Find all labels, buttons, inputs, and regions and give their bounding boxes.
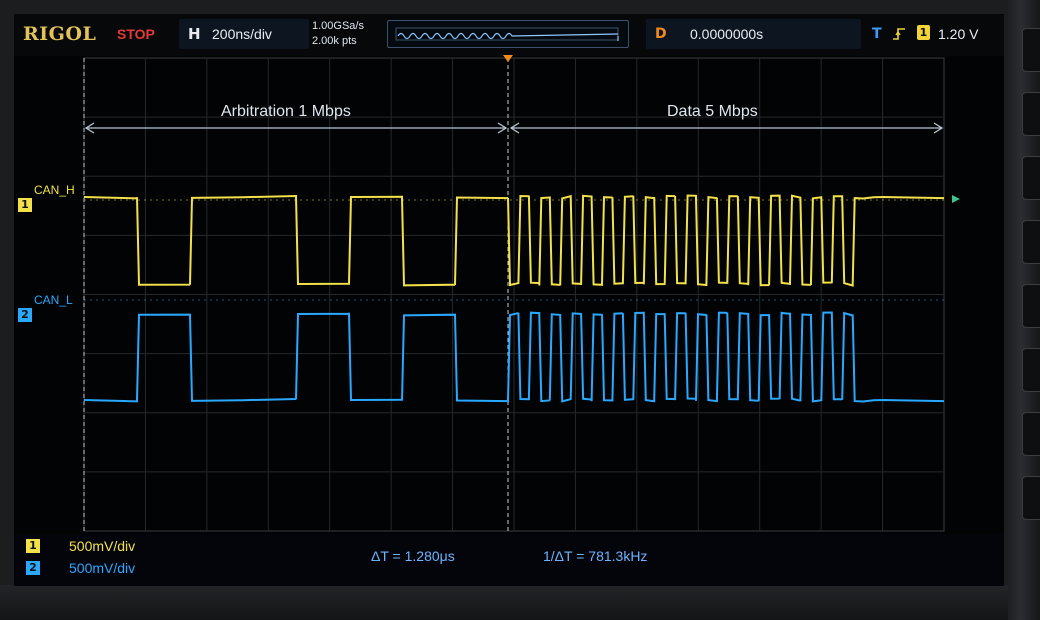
menu-softkey-2[interactable]	[1022, 92, 1040, 136]
ch1-label: CAN_H	[34, 183, 75, 197]
inverse-delta-t-readout: 1/ΔT = 781.3kHz	[543, 548, 648, 564]
arbitration-label: Arbitration 1 Mbps	[221, 103, 351, 120]
menu-softkey-6[interactable]	[1022, 348, 1040, 392]
menu-softkey-5[interactable]	[1022, 284, 1040, 328]
waveform-area	[83, 55, 960, 532]
ch2-scale[interactable]: 500mV/div	[69, 560, 135, 576]
ch1-scale-badge[interactable]: 1	[26, 539, 40, 553]
arbitration-arrow	[84, 122, 508, 134]
menu-softkey-4[interactable]	[1022, 220, 1040, 264]
bottom-bezel	[0, 585, 1040, 620]
delta-t-readout: ΔT = 1.280μs	[371, 548, 455, 564]
menu-softkey-7[interactable]	[1022, 412, 1040, 456]
ch2-label: CAN_L	[34, 293, 73, 307]
ch2-marker[interactable]: 2	[18, 308, 32, 322]
ch2-scale-badge[interactable]: 2	[26, 561, 40, 575]
graticule-grid	[84, 58, 944, 531]
scope-screen: RIGOL STOP H 200ns/div 1.00GSa/s 2.00k p…	[14, 14, 1004, 586]
ch1-marker[interactable]: 1	[18, 198, 32, 212]
menu-softkey-8[interactable]	[1022, 476, 1040, 520]
bottom-status-bar: 1 500mV/div 2 500mV/div ΔT = 1.280μs 1/Δ…	[14, 534, 1004, 586]
menu-softkey-3[interactable]	[1022, 156, 1040, 200]
ch1-scale[interactable]: 500mV/div	[69, 538, 135, 554]
data-label: Data 5 Mbps	[667, 103, 758, 120]
menu-softkey-1[interactable]	[1022, 28, 1040, 72]
trigger-level-marker[interactable]	[952, 195, 960, 203]
